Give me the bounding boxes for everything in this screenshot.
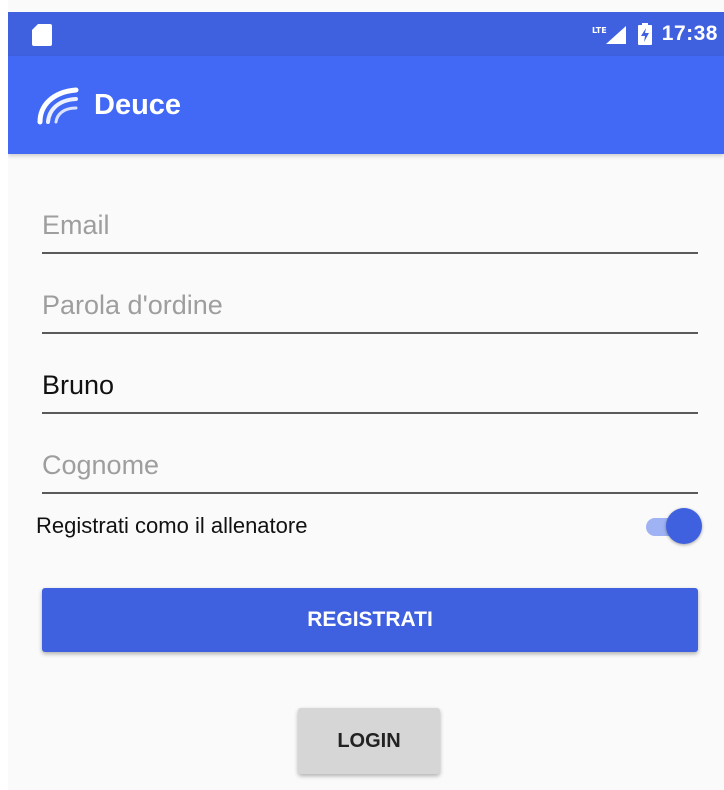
password-field-container: [42, 272, 698, 334]
login-button[interactable]: LOGIN: [298, 708, 440, 774]
app-title: Deuce: [94, 88, 182, 121]
battery-charging-icon: [637, 23, 652, 45]
last-name-field-container: [42, 432, 698, 494]
email-field[interactable]: [42, 192, 698, 252]
first-name-field[interactable]: [42, 352, 698, 412]
status-bar: LTE 17:38: [8, 12, 724, 56]
email-field-container: [42, 192, 698, 254]
status-time: 17:38: [661, 22, 718, 45]
register-button[interactable]: REGISTRATI: [42, 588, 698, 652]
deuce-logo-icon: [37, 87, 79, 125]
coach-switch-label: Registrati como il allenatore: [36, 513, 308, 538]
svg-text:LTE: LTE: [592, 26, 607, 35]
coach-toggle-switch[interactable]: [644, 506, 702, 546]
sd-card-icon: [32, 24, 52, 46]
status-icons: LTE 17:38: [592, 12, 718, 56]
app-bar: Deuce: [8, 56, 724, 154]
last-name-field[interactable]: [42, 432, 698, 492]
coach-switch-row: Registrati como il allenatore: [36, 504, 702, 548]
password-field[interactable]: [42, 272, 698, 332]
lte-signal-icon: LTE: [592, 26, 626, 44]
switch-thumb: [666, 508, 702, 544]
phone-screen: LTE 17:38 Deuce Registrati como: [8, 0, 724, 790]
first-name-field-container: [42, 352, 698, 414]
